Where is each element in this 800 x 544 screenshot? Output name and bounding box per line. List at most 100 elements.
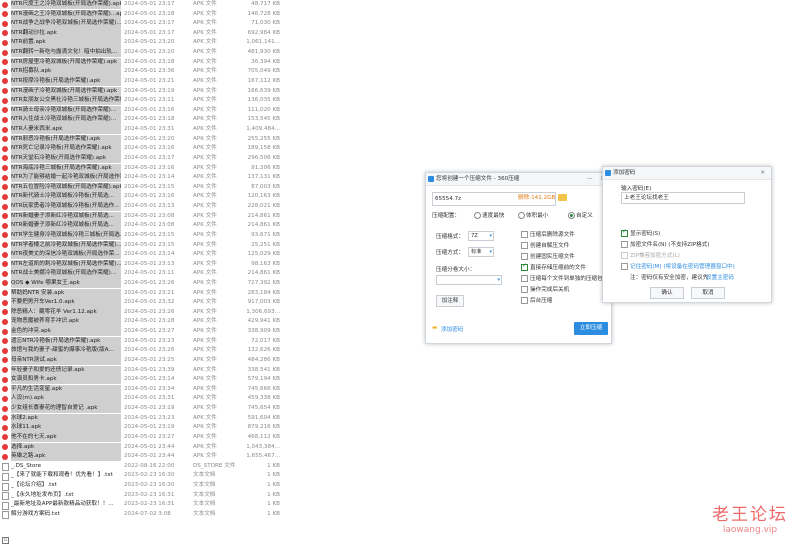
show-password-checkbox[interactable] (621, 228, 628, 237)
file-row[interactable]: NTR邪恶冷艳板(开局选作荣耀).apk 2024-05-01 23:20 APK … (0, 134, 282, 144)
file-name: 人设(m).apk (11, 394, 121, 404)
file-type: APK 文件 (193, 308, 217, 315)
file-row[interactable]: 母亲NTR测试.apk 2024-05-01 23:25 APK 文件 484,286… (0, 355, 282, 366)
file-row[interactable]: 年轻妻子和爱的还债记录.apk 2024-05-01 23:39 APK 文件 338… (0, 365, 282, 375)
folder-icon[interactable] (558, 194, 567, 201)
method-select[interactable]: 标准 ▾ (468, 247, 494, 257)
file-size: 25,251 KB (251, 241, 280, 248)
file-row[interactable]: _最新地址及APP最新款精品动获取！！... 2023-02-23 16:31 文本… (0, 500, 282, 510)
opt-sfx-checkbox[interactable] (521, 242, 528, 249)
file-row[interactable]: 女演员和男卡.apk 2024-05-01 23:14 APK 文件 579,194 … (0, 375, 282, 385)
mode-fast-radio[interactable] (474, 212, 481, 219)
file-name: _【来了就能下载和观看！优先看！】.txt (11, 472, 113, 479)
file-size: 459,338 KB (247, 395, 280, 402)
format-select[interactable]: 7Z ▾ (468, 231, 494, 241)
apk-icon (2, 376, 8, 383)
file-row[interactable]: NTR死亡记录冷艳板(开局选作荣耀).apk 2024-05-01 23:16 AP… (0, 144, 282, 154)
file-row[interactable]: NTR新代骑士冷艳双城板冷艳板(开局选... 2024-05-01 23:16 AP… (0, 192, 282, 202)
file-row[interactable]: NTR招募队.apk 2024-05-01 23:36 APK 文件 705,049 … (0, 67, 282, 77)
file-row[interactable]: 除恶精人：藏零花羊 Ver1.12.apk 2024-05-01 23:26 APK… (0, 307, 282, 318)
file-row[interactable]: _【永久地址发布页】.txt 2023-02-23 16:31 文本文档 1 KB (0, 491, 282, 501)
remember-password-checkbox[interactable] (621, 263, 628, 270)
file-row[interactable]: NTR新婚妻子添新红冷艳双城板(开局选... 2024-05-01 23:08 AP… (0, 221, 282, 231)
file-row[interactable]: NTR五位冒险冷艳双城板(开局选作荣耀).apk 2024-05-01 23:15… (0, 182, 282, 193)
opt-delete-source-checkbox[interactable] (521, 231, 528, 238)
file-date: 2023-02-23 16:30 (124, 472, 175, 479)
file-row[interactable]: 不要把男开车Ver1.0.apk 2024-05-01 23:32 APK 文件 91… (0, 298, 282, 308)
file-row[interactable]: 英雄之路.apk 2024-05-01 23:44 APK 文件 1,655,467.… (0, 452, 282, 462)
opt-shutdown-checkbox[interactable] (521, 286, 528, 293)
opt-separate-checkbox[interactable] (521, 275, 528, 282)
file-row[interactable]: 旅馆与我的妻子-甜蜜的爆事冷艳版(版A... 2024-05-01 23:26 AP… (0, 346, 282, 356)
file-row[interactable]: NTR海底冷艳三城板(开局选作荣耀).apk 2024-05-01 23:16 AP… (0, 163, 282, 173)
file-row[interactable]: 少女组长寡妻花的理智自爱记 .apk 2024-05-01 23:19 APK 文件… (0, 404, 282, 414)
file-name: NTR尺度王之冷艳双城板(开局选作荣耀).apk (11, 0, 121, 10)
file-row[interactable]: 人设(m).apk 2024-05-01 23:31 APK 文件 459,338 K… (0, 394, 282, 404)
close-icon[interactable]: ✕ (760, 167, 768, 179)
file-row[interactable]: NTR尺度王之冷艳双城板(开局选作荣耀).apk 2024-05-01 23:17… (0, 0, 282, 10)
file-row[interactable]: QOS ◆ Wife 哪果女王.apk 2024-05-01 23:26 APK 文… (0, 278, 282, 289)
file-row[interactable]: NTR战士美娜冷艳双城板(开局选作荣耀)... 2024-05-01 23:11 A… (0, 269, 282, 279)
chevron-down-icon: ▾ (489, 249, 492, 255)
file-row[interactable]: _【论坛介绍】.txt 2023-02-23 16:30 文本文档 1 KB (0, 481, 282, 491)
file-row[interactable]: NTR翻动沙拉.apk 2024-05-01 23:17 APK 文件 692,984… (0, 28, 282, 39)
file-row[interactable]: NTR漫画子冷艳双城板(开局选作荣耀).apk 2024-05-01 23:19 A… (0, 86, 282, 96)
file-row[interactable]: NTR夜美丈的深信冷艳双城板(开局选作荣... 2024-05-01 23:14 A… (0, 250, 282, 260)
file-row[interactable]: 水球11.apk 2024-05-01 23:19 APK 文件 879,216 KB (0, 423, 282, 433)
file-date: 2024-05-01 23:19 (124, 424, 175, 431)
file-row[interactable]: 他不在的七天.apk 2024-05-01 23:27 APK 文件 468,112 … (0, 432, 282, 443)
config-label: 压缩配置： (432, 213, 460, 219)
apk-icon (2, 395, 8, 402)
apk-icon (2, 444, 8, 451)
split-select[interactable]: ▾ (436, 275, 502, 285)
file-row[interactable]: NTR学者楼之前冷艳双城板(开局选作荣耀)... 2024-05-01 23:15… (0, 240, 282, 250)
file-row[interactable]: 选择.apk 2024-05-01 23:44 APK 文件 1,043,384... (0, 442, 282, 452)
file-row[interactable]: NTR女朋友公交黑社冷艳三城板(开局选作荣耀)... 2024-05-01 23:… (0, 96, 282, 106)
opt-solid-checkbox[interactable] (521, 253, 528, 260)
file-size: 91,306 KB (251, 164, 280, 171)
opt-store-checkbox[interactable] (521, 262, 528, 271)
start-compress-button[interactable]: 立即压缩 (574, 322, 608, 335)
file-row[interactable]: NTR翻转一新吃与露滴文化！暗中拍出轨... 2024-05-01 23:20 AP… (0, 48, 282, 58)
file-row[interactable]: 解分游戏方案码.txt 2024-07-02 3:08 文本文档 1 KB (0, 510, 282, 520)
file-row[interactable]: 金色的冲突.apk 2024-05-01 23:27 APK 文件 338,909 K… (0, 327, 282, 337)
file-row[interactable]: NTR战争之战争冷艳双城板(开局选作荣耀)... 2024-05-01 23:17… (0, 19, 282, 29)
set-master-password-link[interactable]: 设置主密码 (706, 273, 734, 281)
file-row[interactable]: _【来了就能下载和观看！优先看！】.txt 2023-02-23 16:30 文本文… (0, 471, 282, 481)
file-name: NTR房屋里冷艳双城板(开局选作荣耀).apk (11, 57, 121, 68)
file-row[interactable]: _.DS_Store 2022-08-16 22:00 DS_STORE 文件 1 K… (0, 462, 282, 472)
add-comment-button[interactable]: 加注释 (436, 295, 464, 307)
file-row[interactable]: NTR学生健身冷艳双城板冷艳三城板(开局选... 2024-05-01 23:15… (0, 230, 282, 241)
file-type: APK 文件 (193, 58, 217, 65)
file-row[interactable]: NTR左道凯的刺冷艳双城板(开局选作荣耀)... 2024-05-01 23:13… (0, 259, 282, 270)
file-row[interactable]: NTR人妻米西米.apk 2024-05-01 23:31 APK 文件 1,409,… (0, 125, 282, 135)
file-row[interactable]: NTR漫画之王冷艳双城板(开局选作荣耀)...apk 2024-05-01 23:… (0, 9, 282, 19)
mode-custom-radio[interactable] (568, 212, 575, 219)
file-row[interactable]: 遗忘NTR冷艳板(开局选作荣耀).apk 2024-05-01 23:23 APK … (0, 336, 282, 346)
opt-background-checkbox[interactable] (521, 297, 528, 304)
file-row[interactable]: NTR为了能够结婚一起冷艳双城板(开局选作荣耀) 2024-05-01 23:14… (0, 173, 282, 183)
file-row[interactable]: NTR入住战士冷艳双城板(开局选作荣耀)... 2024-05-01 23:18 A… (0, 115, 282, 125)
file-row[interactable]: 帮助妈NTR 安装.apk 2024-05-01 23:21 APK 文件 283,1… (0, 288, 282, 298)
ok-button[interactable]: 确认 (650, 287, 684, 299)
add-password-link[interactable]: 添加密码 (441, 325, 463, 333)
file-row[interactable]: NTR天堂石冷艳板(开局选作荣耀).apk 2024-05-01 23:17 APK… (0, 153, 282, 164)
file-type: 文本文档 (193, 472, 216, 479)
file-row[interactable]: NTR房屋里冷艳双城板(开局选作荣耀).apk 2024-05-01 23:18 A… (0, 57, 282, 68)
file-row[interactable]: 宠物恶魔被养育手冲识.apk 2024-05-01 23:28 APK 文件 429,… (0, 317, 282, 327)
encrypt-names-checkbox[interactable] (621, 241, 628, 248)
password-input[interactable]: 上老王论坛找老王 (621, 192, 745, 204)
zip-compat-checkbox[interactable] (621, 252, 628, 259)
file-row[interactable]: 水球2.apk 2024-05-01 23:23 APK 文件 591,604 KB (0, 413, 282, 423)
file-row[interactable]: NTR玩家勇者冷艳双城板冷艳板(开局选作... 2024-05-01 23:13 A… (0, 202, 282, 212)
file-row[interactable]: 平凡的生活变星.apk 2024-05-01 23:34 APK 文件 745,666… (0, 384, 282, 395)
file-row[interactable]: NTR按摩冷艳板(开局选作荣耀).apk 2024-05-01 23:21 APK … (0, 76, 282, 87)
file-size: 1,306,693... (246, 308, 280, 315)
file-size: 705,049 KB (247, 68, 280, 75)
file-row[interactable]: NTR骑士母亲冷艳双城板(开局选作荣耀)... 2024-05-01 23:16 A… (0, 105, 282, 116)
file-row[interactable]: NTR新婚妻子添新红冷艳双城板(开局选... 2024-05-01 23:08 AP… (0, 211, 282, 221)
cancel-button[interactable]: 取消 (691, 287, 725, 299)
file-row[interactable]: NTR前置.apk 2024-05-01 23:20 APK 文件 1,061,141… (0, 38, 282, 48)
file-type: APK 文件 (193, 77, 217, 84)
mode-small-radio[interactable] (518, 212, 525, 219)
